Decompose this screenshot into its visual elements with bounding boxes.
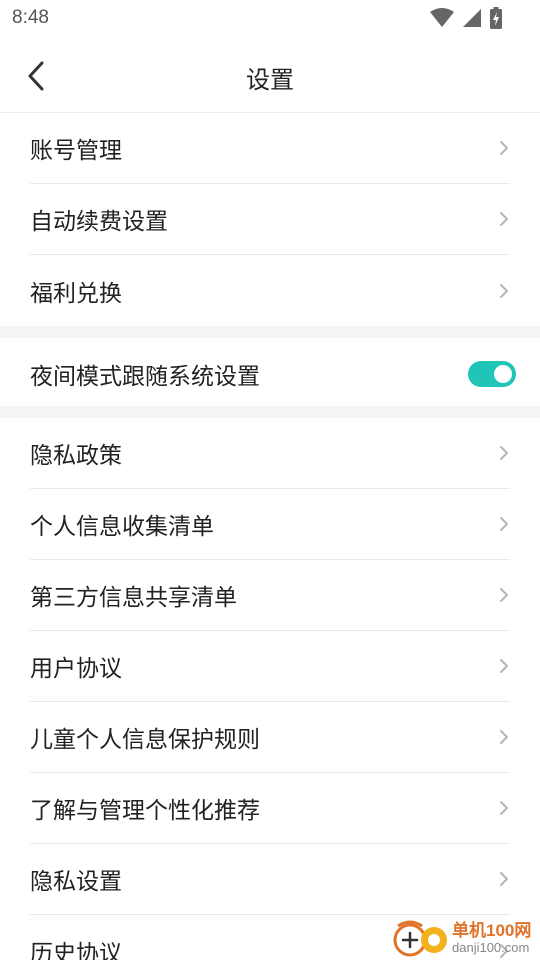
- battery-charging-icon: [490, 7, 502, 29]
- settings-item-benefit-redeem[interactable]: 福利兑换: [30, 255, 510, 326]
- settings-item-label: 隐私设置: [30, 869, 122, 895]
- settings-item-third-party-sharing[interactable]: 第三方信息共享清单: [30, 560, 510, 631]
- watermark-logo-icon: [390, 916, 452, 960]
- watermark-url: danji100.com: [452, 940, 530, 955]
- chevron-right-icon: [500, 872, 508, 886]
- night-mode-toggle[interactable]: [468, 360, 516, 387]
- settings-group-night-mode: 夜间模式跟随系统设置: [0, 338, 540, 409]
- watermark-title: 单机100网: [452, 921, 532, 940]
- settings-item-label: 福利兑换: [30, 280, 122, 307]
- wifi-icon: [430, 8, 454, 27]
- settings-item-privacy-settings[interactable]: 隐私设置: [30, 844, 510, 915]
- settings-item-children-privacy[interactable]: 儿童个人信息保护规则: [30, 702, 510, 773]
- settings-item-user-agreement[interactable]: 用户协议: [30, 631, 510, 702]
- watermark: 单机100网 danji100.com: [390, 916, 540, 960]
- settings-item-label: 自动续费设置: [30, 209, 168, 235]
- status-time: 8:48: [12, 7, 49, 28]
- watermark-text: 单机100网 danji100.com: [452, 921, 531, 955]
- settings-item-label: 儿童个人信息保护规则: [30, 727, 260, 753]
- toggle-knob: [494, 364, 512, 383]
- settings-item-night-mode: 夜间模式跟随系统设置: [30, 338, 516, 409]
- settings-item-personal-info-list[interactable]: 个人信息收集清单: [30, 489, 510, 560]
- settings-item-label: 了解与管理个性化推荐: [30, 798, 260, 824]
- status-icons: [430, 7, 502, 29]
- chevron-right-icon: [500, 141, 508, 155]
- section-divider: [0, 326, 540, 338]
- settings-item-label: 夜间模式跟随系统设置: [30, 363, 260, 390]
- settings-item-label: 用户协议: [30, 656, 122, 682]
- settings-item-label: 第三方信息共享清单: [30, 585, 237, 611]
- status-bar: 8:48: [0, 0, 540, 36]
- chevron-right-icon: [500, 659, 508, 673]
- settings-item-auto-renewal[interactable]: 自动续费设置: [30, 184, 510, 255]
- chevron-right-icon: [500, 588, 508, 602]
- settings-item-label: 个人信息收集清单: [30, 514, 214, 540]
- settings-group-privacy: 隐私政策 个人信息收集清单 第三方信息共享清单 用户协议 儿童个人信息保护规则 …: [0, 418, 540, 960]
- chevron-right-icon: [500, 801, 508, 815]
- cellular-signal-icon: [463, 9, 481, 27]
- settings-item-label: 隐私政策: [30, 443, 122, 469]
- page-title: 设置: [246, 66, 294, 94]
- settings-item-account-management[interactable]: 账号管理: [30, 113, 510, 184]
- chevron-right-icon: [500, 517, 508, 531]
- chevron-right-icon: [500, 212, 508, 226]
- chevron-right-icon: [500, 730, 508, 744]
- settings-item-personalized-recommend[interactable]: 了解与管理个性化推荐: [30, 773, 510, 844]
- header: 设置: [0, 36, 540, 113]
- chevron-right-icon: [500, 283, 508, 298]
- settings-item-privacy-policy[interactable]: 隐私政策: [30, 418, 510, 489]
- settings-group-account: 账号管理 自动续费设置 福利兑换: [0, 113, 540, 326]
- section-divider: [0, 406, 540, 418]
- chevron-right-icon: [500, 446, 508, 460]
- settings-item-label: 账号管理: [30, 138, 122, 164]
- settings-item-label: 历史协议: [30, 940, 122, 960]
